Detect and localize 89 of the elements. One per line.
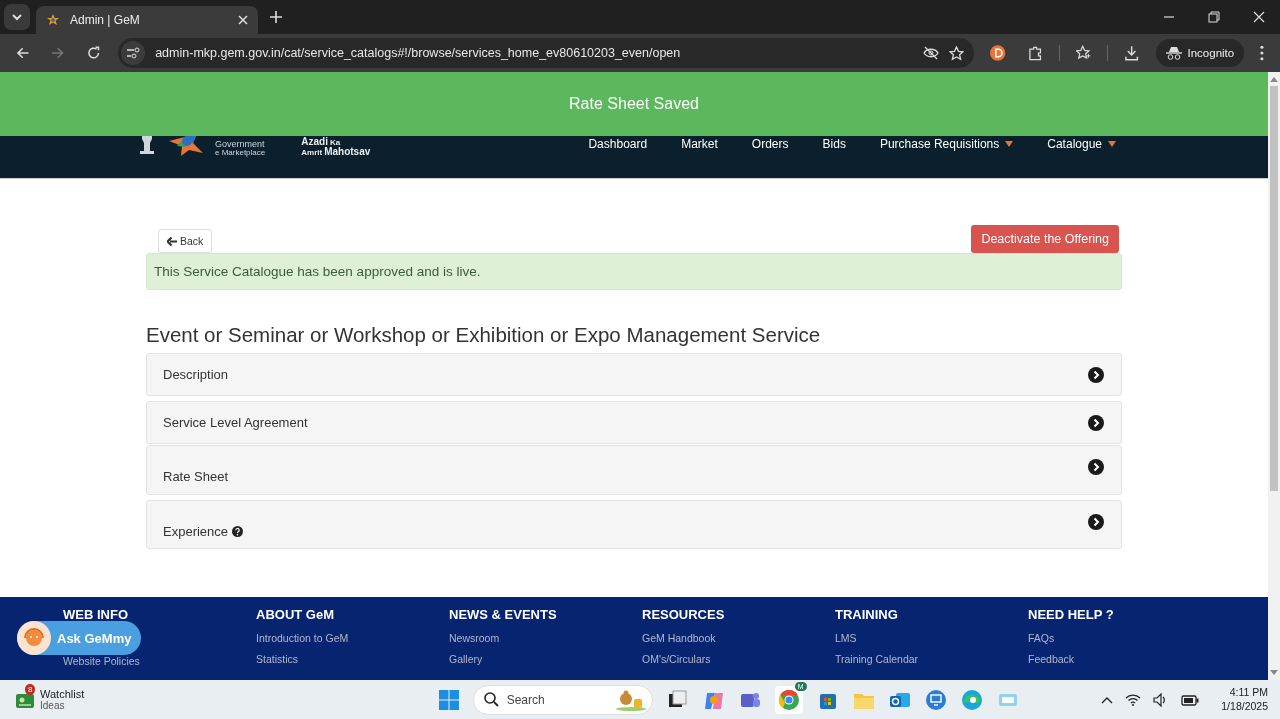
new-tab-icon[interactable] [270, 11, 282, 23]
back-arrow-icon[interactable] [16, 46, 30, 60]
footer-link[interactable]: Website Policies [63, 655, 256, 667]
page-title: Event or Seminar or Workshop or Exhibition or Expo Management Service [146, 323, 822, 347]
remote-desktop-icon[interactable] [924, 688, 947, 711]
footer-link[interactable]: Introduction to GeM [256, 632, 449, 644]
footer-link[interactable]: Feedback [1028, 653, 1221, 665]
nav-link[interactable]: Dashboard [566, 137, 660, 151]
scroll-thumb[interactable] [1270, 86, 1278, 491]
close-icon[interactable] [238, 15, 248, 25]
deactivate-button[interactable]: Deactivate the Offering [971, 225, 1119, 253]
panel-title: Description [163, 367, 229, 382]
browser-tab[interactable]: Admin | GeM [36, 6, 258, 34]
puzzle-icon[interactable] [1027, 45, 1043, 61]
footer-link[interactable]: LMS [835, 632, 1028, 644]
extension-icon[interactable] [990, 45, 1006, 61]
widget-title: Watchlist [40, 687, 85, 701]
notification-toast: Rate Sheet Saved [0, 72, 1268, 136]
clock[interactable]: 4:11 PM 1/18/2025 [1221, 685, 1268, 714]
eye-slash-icon[interactable] [923, 46, 940, 60]
chevron-circle-right-icon [1088, 514, 1104, 530]
chevron-circle-right-icon [1088, 366, 1104, 383]
chevron-circle-right-icon [1088, 459, 1104, 475]
accordion-panel[interactable]: Experience [146, 500, 1122, 549]
chevron-up-icon[interactable] [1101, 695, 1114, 704]
site-settings-icon[interactable] [121, 41, 146, 65]
search-icon [483, 692, 499, 707]
logo-text: e Marketplace [215, 149, 266, 157]
logo-text: Amrit [301, 149, 323, 157]
taskbar-search-field[interactable]: Search [472, 684, 653, 715]
chrome-icon [777, 688, 800, 711]
footer-heading: TRAINING [835, 607, 899, 622]
back-button[interactable]: Back [158, 229, 213, 253]
logo-text: Mahotsav [324, 147, 371, 157]
status-alert: This Service Catalogue has been approved and is live. [146, 253, 1122, 290]
download-icon[interactable] [1124, 45, 1140, 61]
edge-icon[interactable] [960, 688, 983, 711]
accordion-panel[interactable]: Service Level Agreement [146, 401, 1122, 444]
widget-subtitle: Ideas [40, 700, 66, 712]
scroll-down-icon[interactable] [1270, 670, 1278, 676]
accordion-panel[interactable]: Rate Sheet [146, 445, 1122, 495]
address-bar[interactable]: admin-mkp.gem.gov.in/cat/service_catalogs#!/browse/services_home_ev80610203_even/open [118, 38, 975, 68]
nav-link[interactable]: Market [659, 137, 730, 151]
battery-icon[interactable] [1181, 693, 1200, 706]
logo-text: Ka [329, 139, 341, 147]
wifi-icon[interactable] [1125, 693, 1142, 706]
arrow-left-icon [167, 236, 177, 246]
scrollbar[interactable] [1268, 72, 1280, 680]
panel-title: Service Level Agreement [163, 415, 308, 430]
windows-start-icon[interactable] [438, 689, 459, 710]
accordion-panel[interactable]: Description [146, 353, 1122, 396]
footer-link[interactable]: Training Calendar [835, 653, 1028, 665]
nav-link[interactable]: Catalogue [1025, 137, 1128, 151]
nav-link[interactable]: Orders [729, 137, 801, 151]
footer-heading: NEWS & EVENTS [449, 607, 558, 622]
panel-title: Experience [163, 524, 229, 539]
chevron-circle-right-icon [1088, 414, 1104, 431]
footer-link[interactable]: Newsroom [449, 632, 642, 644]
star-logo-icon [46, 13, 60, 27]
nav-link[interactable]: Purchase Requisitions [857, 137, 1026, 151]
scroll-up-icon[interactable] [1270, 76, 1278, 82]
url-text: admin-mkp.gem.gov.in/cat/service_catalogs#!/browse/services_home_ev80610203_even/open [155, 46, 681, 60]
notification-badge: 8 [25, 683, 36, 695]
logo-text: Government [215, 140, 266, 149]
footer-link[interactable]: FAQs [1028, 632, 1221, 644]
footer-heading: NEED HELP ? [1028, 607, 1115, 622]
nav-link[interactable]: Bids [800, 137, 858, 151]
more-menu-icon[interactable] [1260, 45, 1264, 61]
support-agent-icon [17, 621, 51, 655]
favorites-star-icon[interactable] [1075, 45, 1092, 61]
close-icon[interactable] [1253, 11, 1265, 23]
panel-title: Rate Sheet [163, 469, 229, 484]
bookmark-star-icon[interactable] [949, 45, 965, 61]
clock-time: 4:11 PM [1229, 685, 1268, 700]
footer-heading: WEB INFO [63, 607, 129, 622]
chart-board-icon [16, 691, 34, 708]
footer-link[interactable]: OM's/Circulars [642, 653, 835, 665]
incognito-icon [1165, 46, 1182, 60]
restore-icon[interactable] [1208, 11, 1220, 23]
footer-link[interactable]: Gallery [449, 653, 642, 665]
logo-text: Azadi [301, 137, 328, 147]
footer-link[interactable]: GeM Handbook [642, 632, 835, 644]
clock-date: 1/18/2025 [1221, 699, 1268, 714]
footer-heading: ABOUT GeM [256, 607, 335, 622]
incognito-button[interactable]: Incognito [1155, 39, 1245, 67]
footer-link[interactable]: Statistics [256, 653, 449, 665]
tab-list-icon[interactable] [4, 4, 30, 30]
footer-heading: RESOURCES [642, 607, 726, 622]
reload-icon[interactable] [86, 46, 101, 60]
